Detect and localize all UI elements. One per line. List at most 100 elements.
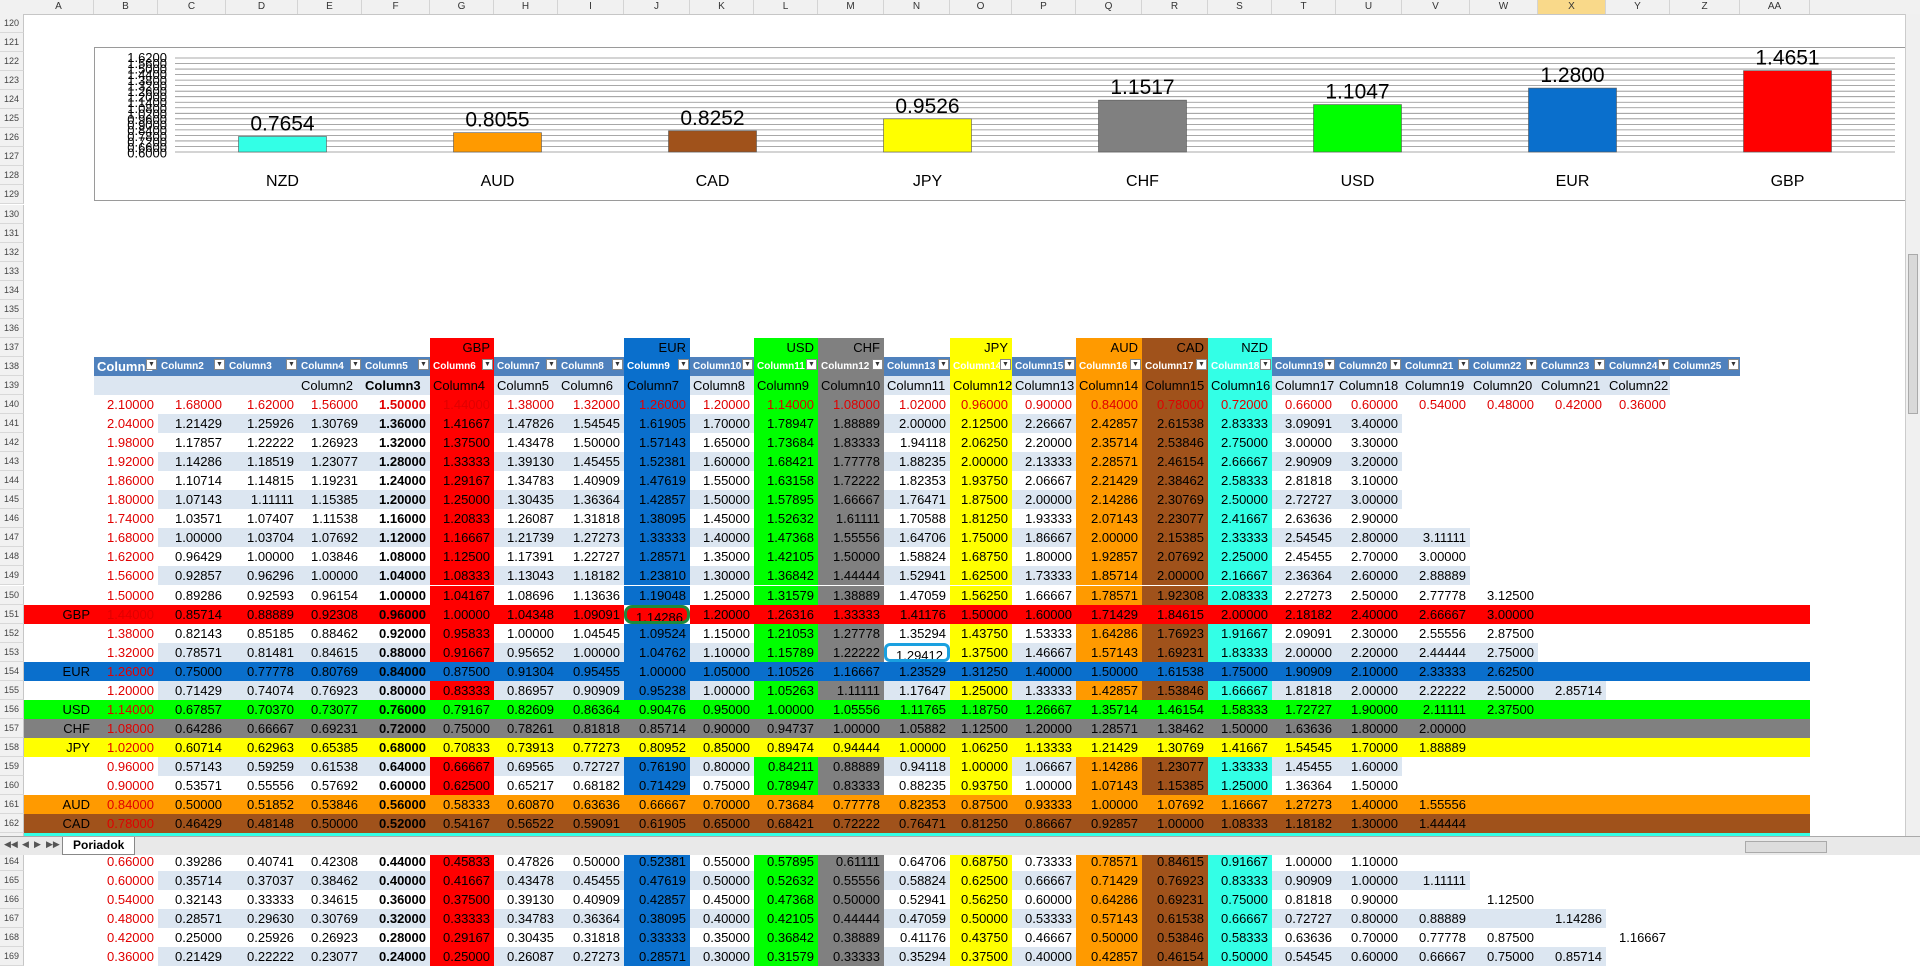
table-cell[interactable]: 1.14815	[226, 471, 298, 491]
table-cell[interactable]: 1.27778	[818, 623, 884, 643]
column-header-Z[interactable]: Z	[1670, 0, 1740, 14]
table-cell[interactable]: 1.71429	[1076, 604, 1142, 624]
column-header-O[interactable]: O	[950, 0, 1012, 14]
table-cell[interactable]: 0.54000	[1402, 395, 1470, 415]
table-cell[interactable]	[1470, 814, 1538, 834]
table-cell[interactable]: 0.95652	[494, 642, 558, 662]
table-cell[interactable]: 1.36842	[754, 566, 818, 586]
table-header-column13[interactable]: Column13 ▼	[884, 356, 950, 376]
table-cell[interactable]: 0.38889	[818, 928, 884, 948]
column-header-Q[interactable]: Q	[1076, 0, 1142, 14]
table-cell[interactable]	[1470, 737, 1538, 757]
table-cell[interactable]: 2.10000	[94, 395, 158, 415]
table-cell[interactable]: 0.36842	[754, 928, 818, 948]
table-cell[interactable]: 1.81250	[950, 509, 1012, 529]
table-cell[interactable]: 0.53846	[298, 795, 362, 815]
table-cell[interactable]: 1.31818	[558, 509, 624, 529]
table-cell[interactable]: 2.00000	[950, 452, 1012, 472]
table-cell[interactable]: 0.64286	[1076, 890, 1142, 910]
table-cell[interactable]: 0.40909	[558, 890, 624, 910]
subheader-cell[interactable]: Column15	[1142, 375, 1208, 395]
subheader-cell[interactable]: Column5	[494, 375, 558, 395]
table-cell[interactable]	[1670, 737, 1740, 757]
table-cell[interactable]: 1.07692	[1142, 795, 1208, 815]
table-cell[interactable]: 0.63636	[558, 795, 624, 815]
table-cell[interactable]: 1.62500	[950, 566, 1012, 586]
table-cell[interactable]: 0.44444	[818, 909, 884, 929]
table-cell[interactable]: 3.11111	[1402, 528, 1470, 548]
table-cell[interactable]: 0.35000	[690, 928, 754, 948]
table-cell[interactable]: 0.72727	[558, 756, 624, 776]
table-cell[interactable]: 0.96296	[226, 566, 298, 586]
row-header-126[interactable]: 126	[0, 128, 24, 148]
table-cell[interactable]: 1.14286	[158, 452, 226, 472]
bar-usd[interactable]	[1313, 104, 1402, 153]
table-cell[interactable]: 0.73913	[494, 737, 558, 757]
table-cell[interactable]: 0.37500	[430, 890, 494, 910]
table-cell[interactable]: 2.58333	[1208, 471, 1272, 491]
table-cell[interactable]: 1.16667	[1606, 928, 1670, 948]
table-cell[interactable]: 2.00000	[1012, 490, 1076, 510]
table-cell[interactable]: 1.20000	[94, 680, 158, 700]
table-cell[interactable]: 0.64706	[884, 852, 950, 872]
table-cell[interactable]: 1.27273	[1272, 795, 1336, 815]
table-cell[interactable]: 2.06250	[950, 433, 1012, 453]
table-cell[interactable]: 1.07407	[226, 509, 298, 529]
table-cell[interactable]: 0.39130	[494, 890, 558, 910]
row-header-158[interactable]: 158	[0, 737, 24, 757]
table-cell[interactable]: 1.50000	[362, 395, 430, 415]
table-cell[interactable]: 1.44000	[94, 604, 158, 624]
table-cell[interactable]: 0.92000	[362, 623, 430, 643]
table-header-column24[interactable]: Column24 ▼	[1606, 356, 1670, 376]
table-cell[interactable]: 1.10000	[690, 642, 754, 662]
table-cell[interactable]: 1.39130	[494, 452, 558, 472]
row-header-160[interactable]: 160	[0, 776, 24, 796]
table-cell[interactable]: 0.50000	[298, 814, 362, 834]
table-cell[interactable]: 0.91667	[430, 642, 494, 662]
table-cell[interactable]: 1.45000	[690, 509, 754, 529]
table-cell[interactable]: 1.93750	[950, 471, 1012, 491]
table-cell[interactable]: 0.66667	[1402, 947, 1470, 966]
table-cell[interactable]: 0.60000	[362, 776, 430, 796]
table-cell[interactable]: 2.90909	[1272, 452, 1336, 472]
table-cell[interactable]: 0.83333	[1208, 871, 1272, 891]
table-cell[interactable]: 1.15385	[298, 490, 362, 510]
table-cell[interactable]: 1.74000	[94, 509, 158, 529]
table-cell[interactable]: 1.24000	[362, 471, 430, 491]
table-cell[interactable]: 1.80000	[1336, 718, 1402, 738]
row-header-152[interactable]: 152	[0, 623, 24, 643]
table-cell[interactable]: 1.80000	[94, 490, 158, 510]
table-cell[interactable]: 0.53571	[158, 776, 226, 796]
column-header-N[interactable]: N	[884, 0, 950, 14]
table-cell[interactable]: 1.38889	[818, 585, 884, 605]
table-cell[interactable]: 3.12500	[1470, 585, 1538, 605]
table-cell[interactable]: 1.26000	[94, 661, 158, 681]
table-cell[interactable]: 0.33333	[624, 928, 690, 948]
vertical-scrollbar[interactable]	[1905, 14, 1920, 836]
table-cell[interactable]: 1.18519	[226, 452, 298, 472]
row-currency-jpy[interactable]: JPY	[24, 737, 94, 757]
row-header-131[interactable]: 131	[0, 223, 24, 243]
table-cell[interactable]: 0.82143	[158, 623, 226, 643]
table-cell[interactable]: 1.03571	[158, 509, 226, 529]
table-cell[interactable]: 0.61905	[624, 814, 690, 834]
table-cell[interactable]: 0.81818	[558, 718, 624, 738]
table-cell[interactable]	[1740, 814, 1810, 834]
row-header-121[interactable]: 121	[0, 33, 24, 53]
table-cell[interactable]: 0.58333	[1208, 928, 1272, 948]
table-cell[interactable]: 1.26087	[494, 509, 558, 529]
first-sheet-icon[interactable]: ◀◀	[4, 839, 18, 850]
table-cell[interactable]: 2.30000	[1336, 623, 1402, 643]
table-cell[interactable]: 0.46429	[158, 814, 226, 834]
table-cell[interactable]: 1.37500	[430, 433, 494, 453]
table-cell[interactable]: 2.35714	[1076, 433, 1142, 453]
row-header-167[interactable]: 167	[0, 909, 24, 929]
table-cell[interactable]: 1.00000	[1076, 795, 1142, 815]
table-cell[interactable]: 0.70000	[1336, 928, 1402, 948]
table-cell[interactable]: 0.68182	[558, 776, 624, 796]
table-cell[interactable]: 1.92000	[94, 452, 158, 472]
filter-dropdown-icon[interactable]: ▼	[214, 358, 225, 370]
row-currency-eur[interactable]: EUR	[24, 661, 94, 681]
table-cell[interactable]: 1.12000	[362, 528, 430, 548]
table-cell[interactable]: 0.89474	[754, 737, 818, 757]
